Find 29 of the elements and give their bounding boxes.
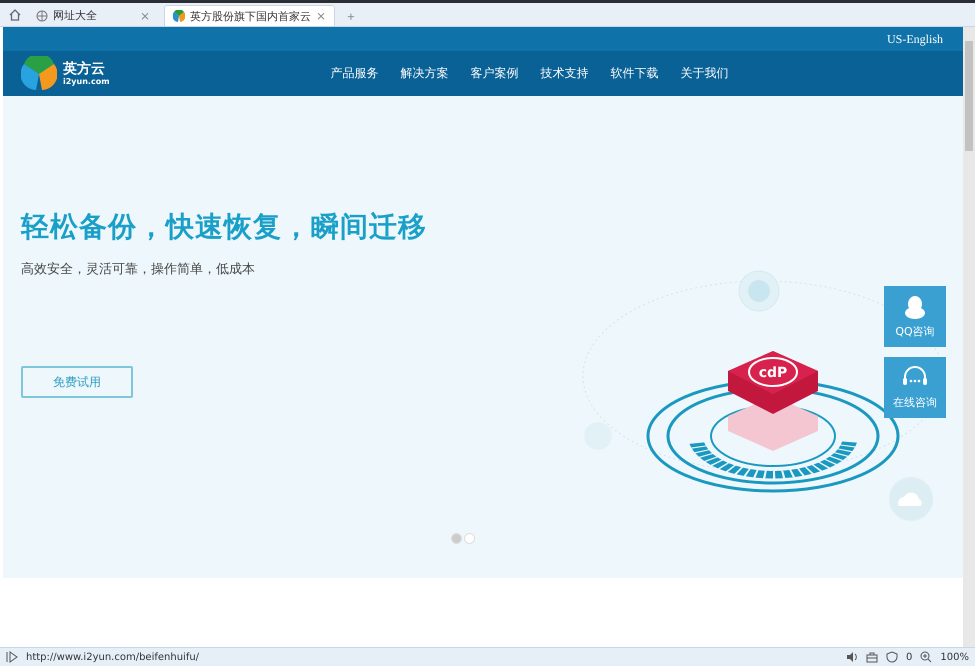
globe-icon bbox=[36, 10, 48, 22]
nav-link[interactable]: 产品服务 bbox=[320, 65, 390, 82]
carousel-dot[interactable] bbox=[464, 533, 475, 544]
shield-icon[interactable] bbox=[886, 651, 898, 663]
nav-link[interactable]: 技术支持 bbox=[530, 65, 600, 82]
nav-link[interactable]: 关于我们 bbox=[670, 65, 740, 82]
hero-subtitle: 高效安全，灵活可靠，操作简单，低成本 bbox=[21, 261, 256, 278]
status-url: http://www.i2yun.com/beifenhuifu/ bbox=[26, 652, 200, 662]
zoom-level: 100% bbox=[940, 652, 969, 662]
home-icon[interactable] bbox=[8, 8, 22, 22]
logo-icon[interactable] bbox=[21, 56, 57, 92]
zoom-icon[interactable] bbox=[920, 651, 932, 663]
nav-link[interactable]: 客户案例 bbox=[460, 65, 530, 82]
nav-link[interactable]: 解决方案 bbox=[390, 65, 460, 82]
nav-link[interactable]: 软件下载 bbox=[600, 65, 670, 82]
briefcase-icon[interactable] bbox=[866, 651, 878, 663]
carousel-dot[interactable] bbox=[451, 533, 462, 544]
sidebar-toggle-icon[interactable] bbox=[6, 651, 18, 663]
browser-tab[interactable]: 网址大全 × bbox=[28, 5, 158, 26]
scrollbar[interactable] bbox=[963, 27, 975, 647]
browser-tab[interactable]: 英方股份旗下国内首家云 × bbox=[164, 5, 336, 26]
logo-domain: i2yun.com bbox=[63, 76, 110, 86]
site-icon bbox=[173, 10, 185, 22]
cdp-badge-text: cdP bbox=[758, 365, 788, 381]
language-link[interactable]: US-English bbox=[886, 32, 943, 46]
hero-title: 轻松备份，快速恢复，瞬间迁移 bbox=[21, 209, 428, 245]
shield-count: 0 bbox=[906, 652, 912, 662]
speaker-icon[interactable] bbox=[846, 651, 858, 663]
logo-name: 英方云 bbox=[63, 62, 106, 76]
